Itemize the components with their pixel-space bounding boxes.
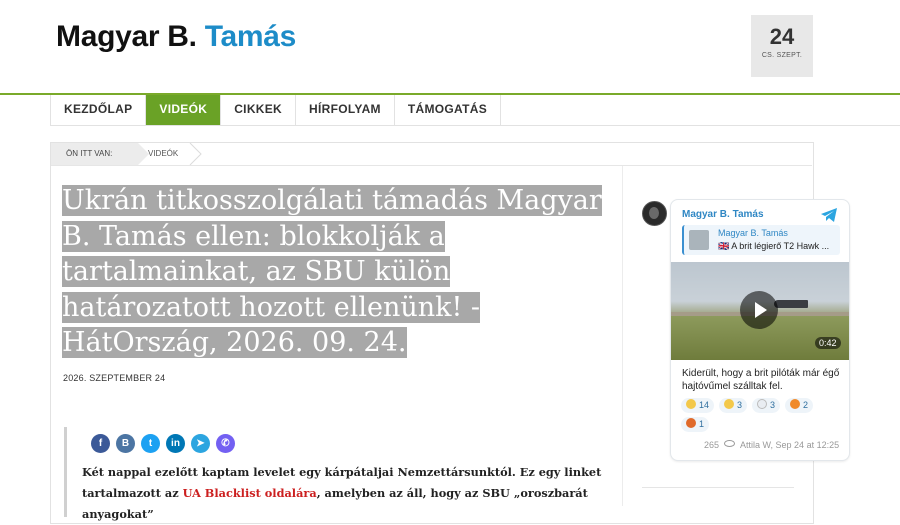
- channel-avatar[interactable]: [642, 201, 667, 226]
- reaction-count: 1: [699, 419, 705, 429]
- article-paragraph: Két nappal ezelőtt kaptam levelet egy ká…: [82, 462, 612, 525]
- telegram-post-text: Kiderült, hogy a brit pilóták már égő ha…: [682, 368, 840, 392]
- brand-name: Magyar B.: [56, 20, 197, 53]
- nav-item-support[interactable]: TÁMOGATÁS: [395, 95, 501, 125]
- telegram-icon[interactable]: ➤: [191, 434, 210, 453]
- reaction-thinking[interactable]: 14: [681, 398, 715, 413]
- telegram-post: Magyar B. Tamás Magyar B. Tamás 🇬🇧 A bri…: [670, 199, 850, 461]
- eyes-emoji-icon: [757, 399, 768, 409]
- nav-item-newsfeed[interactable]: HÍRFOLYAM: [296, 95, 395, 125]
- eye-icon: [724, 440, 736, 447]
- linkedin-icon[interactable]: in: [166, 434, 185, 453]
- breadcrumb-label: ÖN ITT VAN:: [51, 143, 149, 165]
- blacklist-link[interactable]: UA Blacklist oldalára: [183, 486, 317, 500]
- breadcrumb-separator-icon: [189, 143, 202, 165]
- telegram-post-meta: 265 Attila W, Sep 24 at 12:25: [704, 440, 839, 450]
- video-duration: 0:42: [815, 337, 841, 349]
- reaction-count: 3: [737, 400, 743, 410]
- reaction-angry[interactable]: 1: [681, 417, 710, 432]
- reply-author: Magyar B. Tamás: [718, 228, 788, 238]
- article-title-text: Ukrán titkosszolgálati támadás Magyar B.…: [62, 185, 602, 358]
- reaction-count: 2: [803, 400, 809, 410]
- angry-emoji-icon: [686, 418, 696, 428]
- date-box: 24 CS. SZEPT.: [751, 15, 813, 77]
- article-title: Ukrán titkosszolgálati támadás Magyar B.…: [62, 183, 614, 361]
- reply-text: 🇬🇧 A brit légierő T2 Hawk ...: [718, 241, 830, 251]
- view-count: 265: [704, 440, 720, 450]
- brand-name-accent: Tamás: [204, 20, 297, 53]
- jet-silhouette: [774, 300, 808, 308]
- breadcrumb-current[interactable]: VIDEÓK: [148, 143, 178, 165]
- viber-icon[interactable]: ✆: [216, 434, 235, 453]
- main-nav: KEZDŐLAP VIDEÓK CIKKEK HÍRFOLYAM TÁMOGAT…: [50, 95, 900, 126]
- telegram-reply-quote[interactable]: Magyar B. Tamás 🇬🇧 A brit légierő T2 Haw…: [682, 225, 840, 255]
- grimace-emoji-icon: [724, 399, 735, 409]
- site-brand[interactable]: Magyar B. Tamás: [56, 20, 296, 54]
- nav-item-videos[interactable]: VIDEÓK: [146, 95, 222, 125]
- nav-item-home[interactable]: KEZDŐLAP: [50, 95, 147, 125]
- facebook-icon[interactable]: f: [91, 434, 110, 453]
- reaction-eyes[interactable]: 3: [752, 398, 781, 413]
- telegram-logo-icon[interactable]: [821, 208, 837, 222]
- telegram-video[interactable]: 0:42: [671, 262, 849, 360]
- thinking-emoji-icon: [686, 399, 696, 409]
- date-month: CS. SZEPT.: [761, 52, 803, 59]
- breadcrumb: ÖN ITT VAN: VIDEÓK: [51, 143, 812, 166]
- telegram-channel-name[interactable]: Magyar B. Tamás: [682, 209, 764, 220]
- article-body: f B t in ➤ ✆ Két nappal ezelőtt kaptam l…: [64, 427, 627, 521]
- twitter-icon[interactable]: t: [141, 434, 160, 453]
- vk-icon[interactable]: B: [116, 434, 135, 453]
- play-icon[interactable]: [740, 291, 778, 329]
- reaction-grimace[interactable]: 3: [719, 398, 748, 413]
- sidebar-separator: [642, 487, 794, 488]
- reaction-count: 3: [770, 400, 776, 410]
- reaction-count: 14: [699, 400, 710, 410]
- reply-thumbnail: [689, 230, 709, 250]
- date-day: 24: [769, 24, 795, 49]
- reaction-fire[interactable]: 2: [785, 398, 814, 413]
- nav-item-articles[interactable]: CIKKEK: [221, 95, 297, 125]
- reaction-list: 14 3 3 2 1: [681, 398, 846, 432]
- article-date: 2026. SZEPTEMBER 24: [63, 373, 166, 383]
- fire-emoji-icon: [790, 399, 801, 409]
- post-author-time: Attila W, Sep 24 at 12:25: [740, 440, 840, 450]
- share-bar: f B t in ➤ ✆: [91, 434, 235, 453]
